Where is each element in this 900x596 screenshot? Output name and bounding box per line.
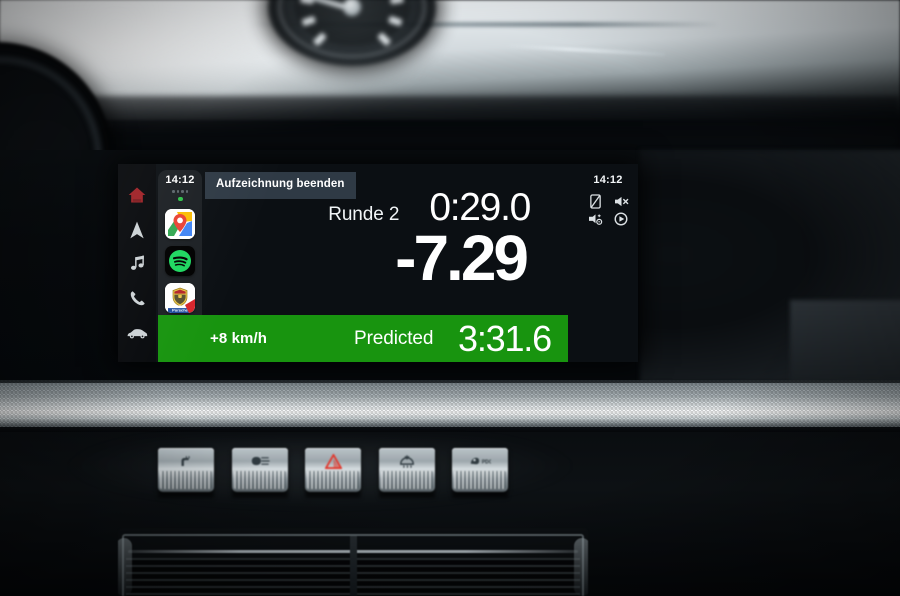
connection-status-dot (177, 196, 183, 202)
console-button-pdcc[interactable]: PDCC (452, 448, 508, 498)
dock-clock: 14:12 (165, 174, 195, 186)
button-ribs (454, 471, 506, 489)
navigation-arrow-icon[interactable] (125, 218, 149, 242)
maps-icon[interactable] (165, 209, 195, 240)
button-ribs (160, 471, 212, 489)
delta-time: -7.29 (395, 222, 529, 294)
vent-divider (349, 536, 357, 596)
trim-top-edge (0, 380, 900, 383)
pdcc-icon: PDCC (452, 454, 508, 468)
seat-heat-icon (158, 454, 214, 468)
car-icon[interactable] (125, 321, 149, 345)
spotify-icon[interactable] (165, 246, 195, 277)
dashboard-scene: 14:12 Porsche Aufzeichnung beenden 14:12… (0, 0, 900, 596)
defrost-icon (379, 454, 435, 468)
phone-slash-icon (589, 193, 602, 209)
button-ribs (380, 471, 433, 489)
lap-label: Runde 2 (328, 204, 400, 225)
phone-handset-icon[interactable] (125, 286, 149, 310)
console-button-hazard[interactable] (305, 448, 361, 498)
status-cluster: 14:12 (586, 174, 630, 227)
status-clock: 14:12 (593, 174, 623, 186)
center-air-vent[interactable] (118, 528, 588, 596)
music-note-icon[interactable] (125, 252, 149, 276)
pcm-side-rail (118, 164, 156, 362)
right-trim-panel (790, 300, 900, 382)
assist-icon (588, 213, 603, 226)
svg-text:Porsche: Porsche (172, 308, 189, 313)
console-button-lighting[interactable] (231, 448, 288, 498)
hazard-triangle-icon (305, 453, 361, 469)
button-ribs (307, 471, 359, 489)
button-ribs (233, 471, 286, 489)
vent-wing-right (574, 538, 588, 596)
button-shadow (452, 492, 508, 498)
speed-delta: +8 km/h (210, 330, 267, 347)
speaker-mute-icon (614, 195, 629, 208)
svg-text:PDCC: PDCC (482, 459, 491, 465)
physical-button-row: PDCC (158, 448, 508, 498)
carbon-trim-strip (0, 380, 900, 432)
tachometer-gauge (268, 0, 436, 66)
predicted-lap-bar: +8 km/h Predicted 3:31.6 (158, 315, 568, 362)
console-button-defrost[interactable] (378, 448, 435, 498)
pcm-touchscreen[interactable]: 14:12 Porsche Aufzeichnung beenden 14:12… (118, 164, 638, 362)
home-icon[interactable] (125, 183, 149, 207)
record-play-icon (614, 212, 628, 226)
button-shadow (378, 492, 435, 498)
trim-weave-texture (0, 380, 900, 432)
console-button-seat-heating[interactable] (158, 448, 214, 498)
track-precision-app: Aufzeichnung beenden 14:12 Runde 2 0:29.… (158, 164, 638, 362)
button-shadow (158, 492, 214, 498)
predicted-time: 3:31.6 (458, 317, 552, 359)
signal-dots (172, 190, 188, 193)
porsche-crest-icon[interactable]: Porsche (165, 283, 195, 314)
button-shadow (305, 492, 361, 498)
predicted-label: Predicted (354, 327, 434, 349)
vent-wing-left (118, 538, 132, 596)
button-shadow (231, 492, 288, 498)
headlight-icon (232, 454, 288, 468)
status-icon-grid (586, 193, 630, 227)
